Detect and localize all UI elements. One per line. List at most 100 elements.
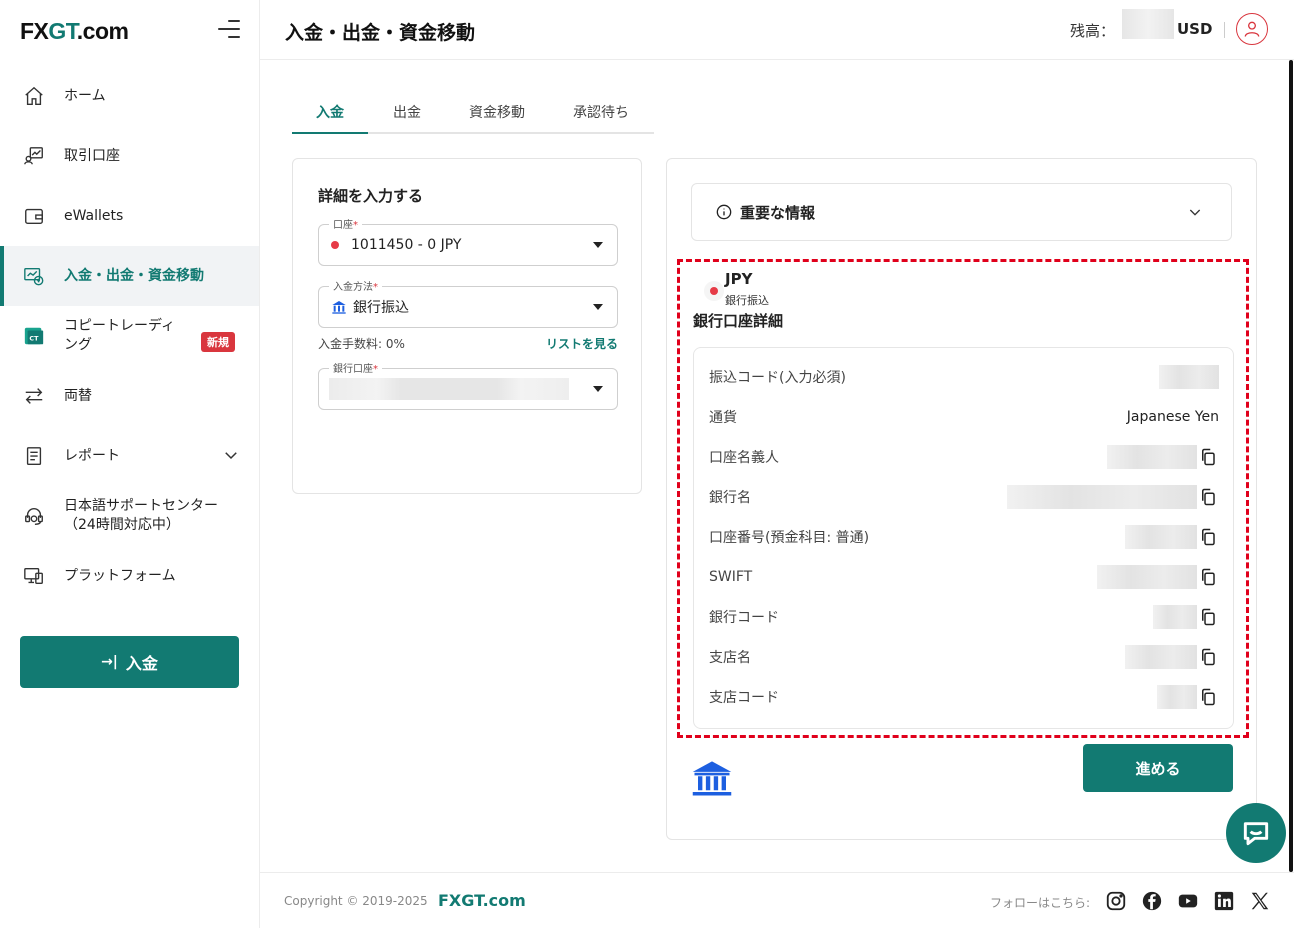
sidebar-item-label: eWallets: [64, 207, 124, 224]
detail-label: 支店コード: [709, 690, 779, 706]
sidebar-item-label: プラットフォーム: [64, 567, 176, 584]
top-header: 入金・出金・資金移動 残高： USD: [260, 0, 1294, 60]
platform-icon: [22, 564, 46, 588]
home-icon: [22, 84, 46, 108]
swift-redacted: [1097, 565, 1197, 589]
sidebar-item-label: 両替: [64, 387, 92, 404]
sidebar-item-support[interactable]: 日本語サポートセンター（24時間対応中）: [0, 486, 259, 546]
caret-down-icon: [593, 242, 603, 248]
balance-value-redacted: [1122, 9, 1174, 39]
detail-row-account-number: 口座番号(預金科目: 普通): [709, 517, 1219, 557]
highlight-frame: JPY 銀行振込 銀行口座詳細 振込コード(入力必須) 通貨 Japanese …: [677, 259, 1249, 738]
support-icon: [22, 504, 46, 528]
logo-gt: GT: [48, 18, 77, 44]
important-info-accordion[interactable]: 重要な情報: [691, 183, 1232, 241]
sidebar-item-platform[interactable]: プラットフォーム: [0, 546, 259, 606]
view-list-link[interactable]: リストを見る: [546, 335, 618, 352]
sidebar-item-funds[interactable]: 入金・出金・資金移動: [0, 246, 259, 306]
fxgt-logo[interactable]: FXGT.com: [20, 18, 129, 45]
bank-account-select[interactable]: 銀行口座*: [318, 360, 618, 410]
tab-pending[interactable]: 承認待ち: [548, 92, 654, 132]
wallet-icon: [22, 204, 46, 228]
account-field-label: 口座*: [329, 216, 362, 231]
trading-account-icon: [22, 144, 46, 168]
bank-details-box: 振込コード(入力必須) 通貨 Japanese Yen 口座名義人 銀行名 口座…: [693, 347, 1234, 729]
detail-row-currency: 通貨 Japanese Yen: [709, 397, 1219, 437]
account-number-redacted: [1125, 525, 1197, 549]
caret-down-icon: [593, 386, 603, 392]
sidebar-item-label: 取引口座: [64, 147, 120, 164]
detail-row-bank-code: 銀行コード: [709, 597, 1219, 637]
report-icon: [22, 444, 46, 468]
facebook-icon[interactable]: [1141, 890, 1163, 912]
x-twitter-icon[interactable]: [1249, 890, 1271, 912]
copy-icon[interactable]: [1199, 567, 1217, 587]
bank-details-title: 銀行口座詳細: [693, 312, 784, 330]
funds-tabs: 入金 出金 資金移動 承認待ち: [292, 92, 654, 134]
footer: Copyright © 2019-2025 FXGT.com フォローはこちら:: [260, 872, 1294, 928]
bank-name-redacted: [1007, 485, 1197, 509]
sidebar-deposit-button[interactable]: →| 入金: [20, 636, 239, 688]
detail-label: 振込コード(入力必須): [709, 370, 846, 386]
fee-row: 入金手数料: 0% リストを見る: [318, 335, 618, 352]
copyright-text: Copyright © 2019-2025: [284, 894, 428, 908]
sidebar-item-label: 日本語サポートセンター（24時間対応中）: [64, 498, 218, 533]
page-scrollbar[interactable]: [1289, 60, 1293, 872]
chevron-down-icon[interactable]: [222, 446, 240, 464]
linkedin-icon[interactable]: [1213, 890, 1235, 912]
tab-transfer[interactable]: 資金移動: [446, 92, 548, 132]
method-value: 銀行振込: [353, 300, 409, 316]
sidebar-item-trading-account[interactable]: 取引口座: [0, 126, 259, 186]
account-select[interactable]: 口座* 1011450 - 0 JPY: [318, 216, 618, 266]
deposit-method-select[interactable]: 入金方法* 銀行振込: [318, 278, 618, 328]
detail-row-account-holder: 口座名義人: [709, 437, 1219, 477]
copy-icon[interactable]: [1199, 527, 1217, 547]
detail-label: 口座番号(預金科目: 普通): [709, 530, 870, 546]
bank-account-value-redacted: [329, 378, 569, 400]
detail-label: 口座名義人: [709, 450, 779, 466]
detail-row-swift: SWIFT: [709, 557, 1219, 597]
sidebar-item-report[interactable]: レポート: [0, 426, 259, 486]
detail-row-branch-code: 支店コード: [709, 677, 1219, 717]
copy-trading-icon: CT: [22, 324, 46, 348]
youtube-icon[interactable]: [1177, 890, 1199, 912]
footer-brand-link[interactable]: FXGT.com: [438, 891, 526, 910]
deposit-form-card: 詳細を入力する 口座* 1011450 - 0 JPY 入金方法* 銀行振込 入…: [292, 158, 642, 494]
deposit-button-label: 入金: [125, 654, 158, 673]
instagram-icon[interactable]: [1105, 890, 1127, 912]
bank-info-card: 重要な情報 JPY 銀行振込 銀行口座詳細 振込コード(入力必須) 通貨 Jap…: [666, 158, 1257, 840]
branch-name-redacted: [1125, 645, 1197, 669]
user-avatar-icon[interactable]: [1236, 13, 1268, 45]
new-badge: 新規: [201, 332, 235, 352]
proceed-button[interactable]: 進める: [1083, 744, 1233, 792]
copy-icon[interactable]: [1199, 447, 1217, 467]
sidebar-item-ewallets[interactable]: eWallets: [0, 186, 259, 246]
currency-code: JPY: [725, 270, 753, 288]
sidebar: FXGT.com ホーム 取引口座 eWallets 入金・出金・資金移動 CT…: [0, 0, 260, 928]
copy-icon[interactable]: [1199, 487, 1217, 507]
detail-label: 支店名: [709, 650, 751, 666]
copy-icon[interactable]: [1199, 647, 1217, 667]
caret-down-icon: [593, 304, 603, 310]
branch-code-redacted: [1157, 685, 1197, 709]
login-arrow-icon: →|: [101, 654, 118, 670]
account-value: 1011450 - 0 JPY: [351, 237, 462, 253]
header-divider: [1224, 22, 1225, 38]
copy-icon[interactable]: [1199, 607, 1217, 627]
sidebar-item-copy-trading[interactable]: CT コピートレーディング 新規: [0, 306, 259, 366]
balance-currency: USD: [1177, 20, 1213, 38]
sidebar-item-label: レポート: [64, 447, 120, 464]
menu-toggle-icon[interactable]: [218, 20, 240, 40]
follow-label: フォローはこちら:: [990, 896, 1091, 910]
detail-label: 銀行名: [709, 490, 751, 506]
sidebar-item-exchange[interactable]: 両替: [0, 366, 259, 426]
tab-withdraw[interactable]: 出金: [368, 92, 446, 132]
sidebar-item-home[interactable]: ホーム: [0, 66, 259, 126]
copy-icon[interactable]: [1199, 687, 1217, 707]
detail-label: 通貨: [709, 410, 737, 426]
tab-deposit[interactable]: 入金: [292, 92, 368, 134]
logo-com: .com: [76, 18, 129, 44]
chevron-down-icon: [1189, 209, 1201, 216]
chat-icon[interactable]: [1226, 803, 1286, 863]
detail-label: SWIFT: [709, 569, 753, 585]
